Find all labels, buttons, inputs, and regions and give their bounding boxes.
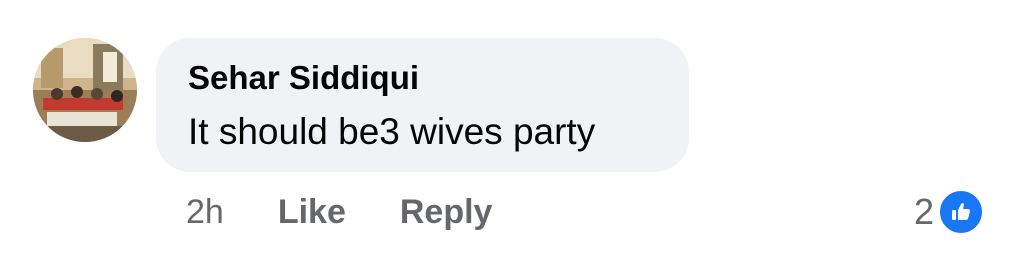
thumbs-up-icon [938,189,985,235]
comment-text: It should be3 wives party [188,111,596,152]
timestamp[interactable]: 2h [186,193,224,232]
comment-bubble: Sehar Siddiqui It should be3 wives party [156,38,689,172]
avatar-photo [33,38,137,142]
reaction-count: 2 [914,191,935,232]
comment: Sehar Siddiqui It should be3 wives party… [0,0,1024,275]
reaction-summary[interactable]: 2 [914,189,985,235]
comment-actions: 2h Like Reply [186,192,546,232]
like-button[interactable]: Like [278,193,346,232]
avatar[interactable] [33,38,137,142]
reply-button[interactable]: Reply [400,193,493,232]
author-name[interactable]: Sehar Siddiqui [188,58,419,98]
